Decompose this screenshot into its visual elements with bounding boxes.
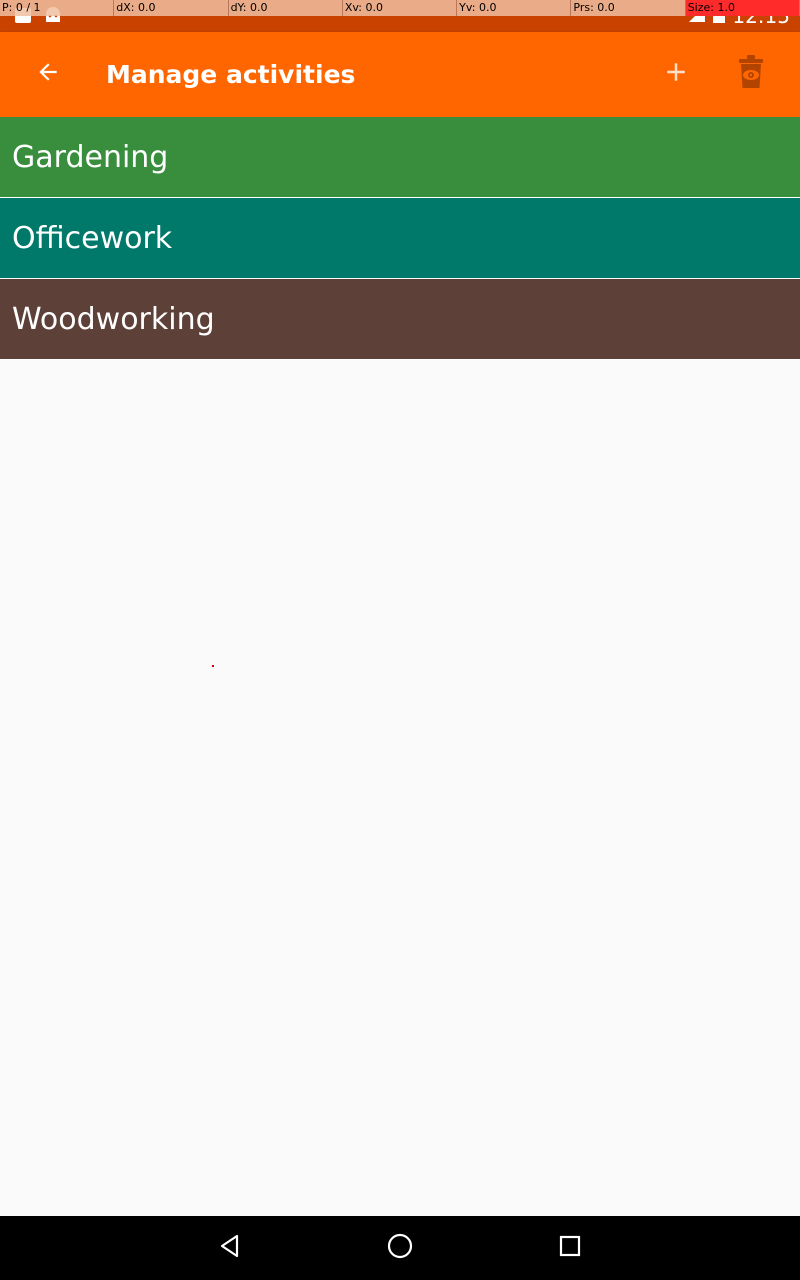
trash-eye-icon bbox=[736, 54, 766, 94]
debug-yv: Yv: 0.0 bbox=[457, 0, 572, 16]
circle-home-icon bbox=[386, 1232, 414, 1264]
arrow-left-icon bbox=[35, 59, 61, 89]
activity-label: Officework bbox=[12, 220, 173, 256]
activity-item-woodworking[interactable]: Woodworking bbox=[0, 279, 800, 360]
activity-label: Woodworking bbox=[12, 301, 215, 337]
triangle-back-icon bbox=[217, 1233, 243, 1263]
activity-list: Gardening Officework Woodworking bbox=[0, 117, 800, 360]
square-recents-icon bbox=[558, 1234, 582, 1262]
home-nav-button[interactable] bbox=[376, 1224, 424, 1272]
page-title: Manage activities bbox=[106, 60, 356, 89]
plus-icon bbox=[661, 57, 691, 91]
touch-trace-dot bbox=[212, 665, 214, 667]
recents-nav-button[interactable] bbox=[546, 1224, 594, 1272]
pointer-debug-overlay: P: 0 / 1 dX: 0.0 dY: 0.0 Xv: 0.0 Yv: 0.0… bbox=[0, 0, 800, 16]
back-nav-button[interactable] bbox=[206, 1224, 254, 1272]
back-button[interactable] bbox=[24, 50, 72, 98]
debug-pressure: Prs: 0.0 bbox=[571, 0, 686, 16]
app-bar: Manage activities bbox=[0, 32, 800, 117]
activity-item-officework[interactable]: Officework bbox=[0, 198, 800, 279]
debug-size: Size: 1.0 bbox=[685, 0, 800, 16]
debug-dx: dX: 0.0 bbox=[114, 0, 229, 16]
navigation-bar bbox=[0, 1216, 800, 1280]
activity-item-gardening[interactable]: Gardening bbox=[0, 117, 800, 198]
debug-xv: Xv: 0.0 bbox=[343, 0, 458, 16]
debug-pointer-count: P: 0 / 1 bbox=[0, 0, 115, 16]
activity-label: Gardening bbox=[12, 139, 169, 175]
debug-dy: dY: 0.0 bbox=[229, 0, 343, 16]
show-deleted-button[interactable] bbox=[727, 50, 775, 98]
add-activity-button[interactable] bbox=[652, 50, 700, 98]
